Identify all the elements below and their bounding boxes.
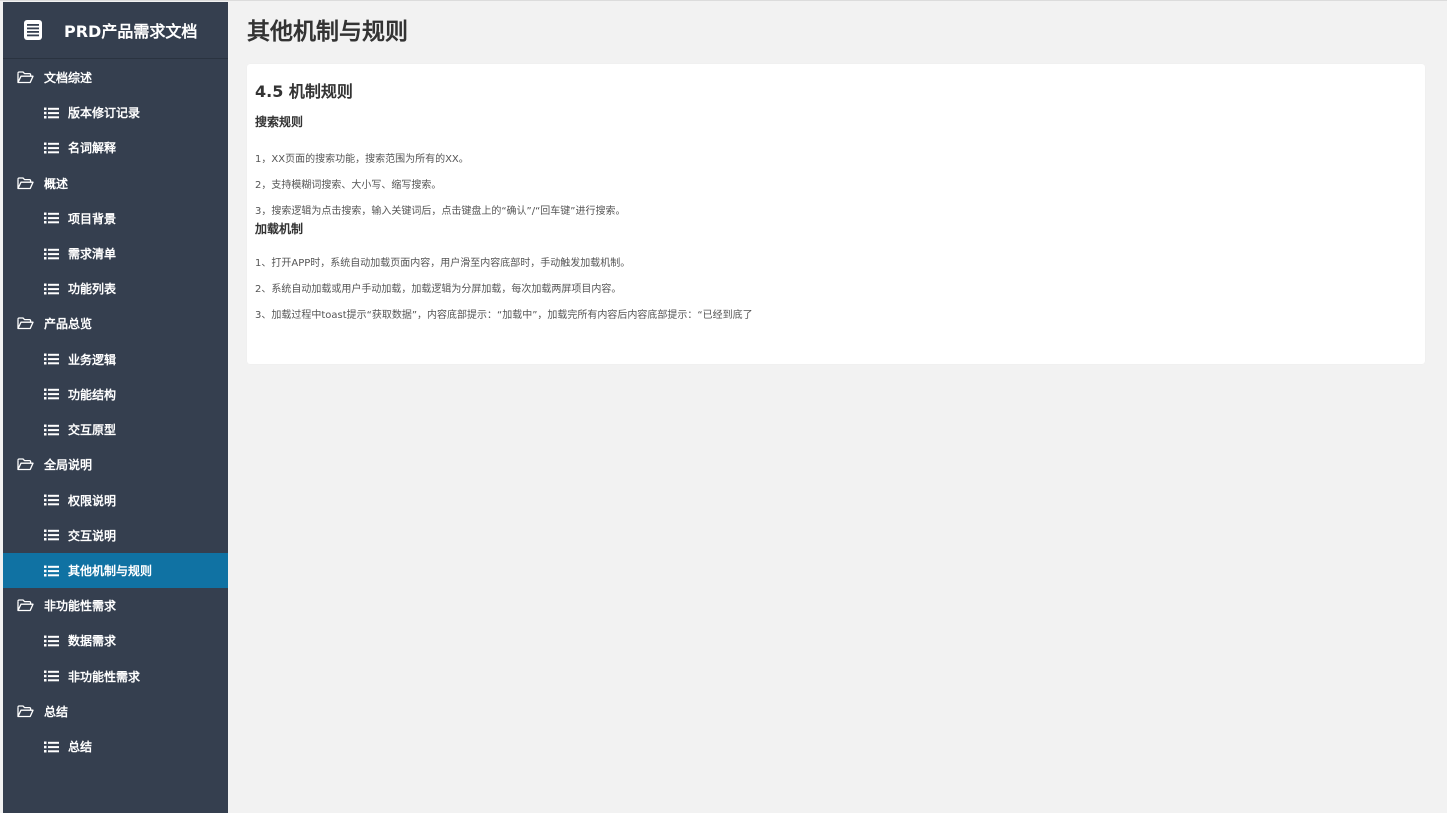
sidebar-group-label: 概述 xyxy=(44,176,69,191)
sidebar-item-label: 版本修订记录 xyxy=(68,106,141,121)
sidebar-item-label: 名词解释 xyxy=(68,141,117,156)
sidebar-group-3[interactable]: 全局说明 xyxy=(3,447,228,482)
list-icon xyxy=(44,635,59,647)
sidebar-group-4[interactable]: 非功能性需求 xyxy=(3,588,228,623)
list-icon xyxy=(44,565,59,577)
list-icon xyxy=(44,529,59,541)
content-card: 4.5 机制规则 搜索规则 1，XX页面的搜索功能，搜索范围为所有的XX。 2，… xyxy=(247,64,1425,364)
sidebar-group-1[interactable]: 概述 xyxy=(3,166,228,201)
search-rule-line: 2，支持模糊词搜索、大小写、缩写搜索。 xyxy=(255,180,442,191)
sidebar-item-4-0[interactable]: 数据需求 xyxy=(3,623,228,658)
list-icon xyxy=(44,494,59,506)
list-icon xyxy=(44,107,59,119)
search-rules-heading: 搜索规则 xyxy=(255,115,304,129)
sidebar-item-label: 权限说明 xyxy=(68,493,117,508)
sidebar-item-0-0[interactable]: 版本修订记录 xyxy=(3,95,228,130)
sidebar-item-label: 功能列表 xyxy=(68,282,117,297)
section-heading: 4.5 机制规则 xyxy=(255,82,353,101)
main-content: 其他机制与规则 4.5 机制规则 搜索规则 1，XX页面的搜索功能，搜索范围为所… xyxy=(228,2,1447,813)
sidebar-item-label: 数据需求 xyxy=(68,634,117,649)
loading-rule-line: 1、打开APP时，系统自动加载页面内容，用户滑至内容底部时，手动触发加载机制。 xyxy=(255,258,631,269)
sidebar-group-2[interactable]: 产品总览 xyxy=(3,306,228,341)
loading-rule-line: 2、系统自动加载或用户手动加载，加载逻辑为分屏加载，每次加载两屏项目内容。 xyxy=(255,284,622,295)
list-icon xyxy=(44,388,59,400)
sidebar-nav: 文档综述版本修订记录 名词解释概述项目背景需求清单功能列表产品总览业务逻辑功能结构… xyxy=(3,59,228,764)
brand-title: PRD产品需求文档 xyxy=(64,22,198,41)
list-icon xyxy=(44,353,59,365)
folder-open-icon xyxy=(17,176,34,190)
sidebar-item-label: 其他机制与规则 xyxy=(68,564,153,579)
list-icon xyxy=(44,741,59,753)
sidebar-item-label: 业务逻辑 xyxy=(68,352,117,367)
search-rule-line: 1，XX页面的搜索功能，搜索范围为所有的XX。 xyxy=(255,154,469,165)
sidebar-group-label: 产品总览 xyxy=(44,317,93,332)
search-rule-line: 3，搜索逻辑为点击搜索，输入关键词后，点击键盘上的“确认”/“回车键”进行搜索。 xyxy=(255,206,626,217)
sidebar-group-label: 全局说明 xyxy=(44,458,93,473)
folder-open-icon xyxy=(17,705,34,718)
folder-open-icon xyxy=(17,458,34,471)
sidebar-item-label: 非功能性需求 xyxy=(68,669,141,684)
sidebar-item-label: 项目背景 xyxy=(68,211,117,226)
sidebar-item-1-0[interactable]: 项目背景 xyxy=(3,201,228,236)
list-icon xyxy=(44,248,59,260)
list-icon xyxy=(44,212,59,224)
sidebar-item-label: 交互说明 xyxy=(68,528,117,543)
sidebar-item-label: 总结 xyxy=(68,740,93,754)
document-icon xyxy=(24,20,42,40)
app-window: PRD产品需求文档 文档综述版本修订记录 名词解释概述项目背景需求清单功能列表产品… xyxy=(0,0,1447,813)
folder-open-icon xyxy=(17,71,34,84)
list-icon xyxy=(44,670,59,682)
sidebar-item-3-1[interactable]: 交互说明 xyxy=(3,518,228,553)
brand[interactable]: PRD产品需求文档 xyxy=(3,2,228,59)
sidebar-item-1-1[interactable]: 需求清单 xyxy=(3,236,228,271)
sidebar-group-label: 非功能性需求 xyxy=(44,599,117,614)
sidebar-item-label: 功能结构 xyxy=(68,387,117,402)
list-icon xyxy=(44,283,59,295)
sidebar-item-4-1[interactable]: 非功能性需求 xyxy=(3,659,228,694)
sidebar-group-label: 文档综述 xyxy=(44,71,93,85)
sidebar-group-5[interactable]: 总结 xyxy=(3,694,228,729)
sidebar-group-0[interactable]: 文档综述 xyxy=(3,60,228,95)
sidebar-item-label: 交互原型 xyxy=(68,423,117,438)
sidebar: PRD产品需求文档 文档综述版本修订记录 名词解释概述项目背景需求清单功能列表产品… xyxy=(3,2,228,813)
sidebar-item-5-0[interactable]: 总结 xyxy=(3,729,228,764)
sidebar-group-label: 总结 xyxy=(44,704,69,719)
loading-mechanism-heading: 加载机制 xyxy=(255,222,304,236)
list-icon xyxy=(44,142,59,154)
sidebar-item-2-0[interactable]: 业务逻辑 xyxy=(3,341,228,376)
folder-open-icon xyxy=(17,599,34,612)
page-title: 其他机制与规则 xyxy=(247,19,408,45)
sidebar-item-0-1[interactable]: 名词解释 xyxy=(3,130,228,165)
sidebar-item-3-2[interactable]: 其他机制与规则 xyxy=(3,552,228,589)
loading-rule-line: 3、加载过程中toast提示“获取数据”，内容底部提示：“加载中”，加载完所有内… xyxy=(255,310,753,321)
list-icon xyxy=(44,424,59,436)
sidebar-item-1-2[interactable]: 功能列表 xyxy=(3,271,228,306)
sidebar-item-label: 需求清单 xyxy=(68,247,117,262)
sidebar-item-2-2[interactable]: 交互原型 xyxy=(3,412,228,447)
sidebar-item-3-0[interactable]: 权限说明 xyxy=(3,482,228,517)
sidebar-item-2-1[interactable]: 功能结构 xyxy=(3,377,228,412)
folder-open-icon xyxy=(17,317,34,330)
